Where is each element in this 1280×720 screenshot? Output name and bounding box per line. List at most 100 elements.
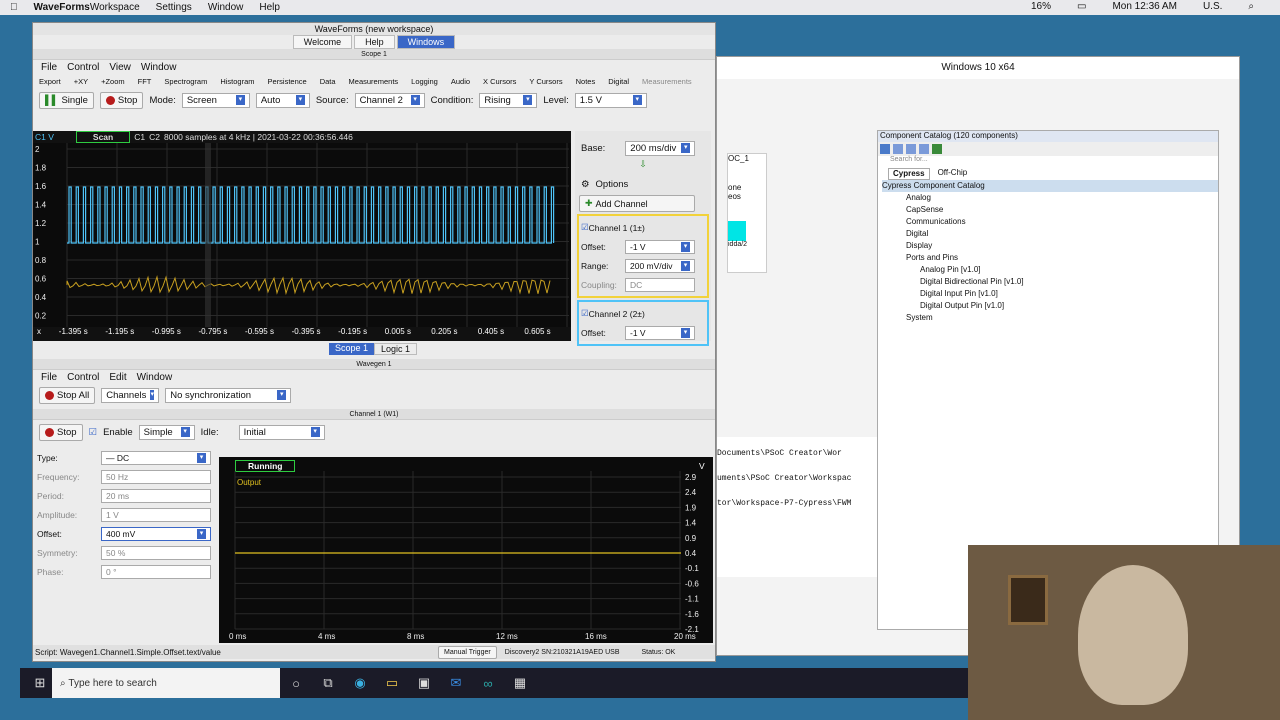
tab-off-chip[interactable]: Off-Chip	[934, 168, 972, 180]
tree-item[interactable]: System	[882, 312, 1218, 324]
sync-select[interactable]: No synchronization ▾	[165, 387, 292, 403]
field-select[interactable]: 50 %	[101, 545, 211, 560]
menu-view[interactable]: View	[109, 62, 131, 73]
stop-button[interactable]: Stop	[99, 91, 144, 109]
tree-item[interactable]: Ports and Pins	[882, 252, 1218, 264]
schematic-canvas[interactable]: OC_1 one eos idda/2	[727, 153, 767, 273]
battery-percent[interactable]: 16%	[1031, 1, 1051, 12]
ch2-offset-select[interactable]: -1 V ▾	[625, 325, 695, 340]
condition-select[interactable]: Rising ▾	[479, 92, 538, 108]
menu-control[interactable]: Control	[67, 372, 99, 383]
arrow-down-icon[interactable]: ⇩	[575, 159, 711, 175]
tab-windows[interactable]: Windows	[396, 35, 456, 49]
device-select[interactable]: Discovery2 SN:210321A19AED USB	[505, 649, 620, 656]
field-select[interactable]: 50 Hz	[101, 469, 211, 484]
wavegen-plot[interactable]: Running V 2.9 2.4 1.9 1.4 0.9 0.4 -0.1 -0.6 -1.1…	[219, 457, 713, 643]
tree-item[interactable]: Communications	[882, 216, 1218, 228]
tool-fft[interactable]: FFT	[138, 77, 152, 86]
tree-item[interactable]: Display	[882, 240, 1218, 252]
catalog-search[interactable]: Search for...	[878, 156, 1218, 168]
field-select[interactable]: 20 ms	[101, 488, 211, 503]
tool-spectrogram[interactable]: Spectrogram	[164, 77, 207, 86]
tree-root[interactable]: Cypress Component Catalog	[882, 180, 1218, 192]
single-button[interactable]: ▌▌ Single	[39, 91, 94, 109]
tool-notes[interactable]: Notes	[576, 77, 596, 86]
store-icon[interactable]: ▣	[408, 675, 440, 691]
view-icon[interactable]	[906, 144, 916, 154]
wavegen-stop-button[interactable]: Stop	[39, 423, 83, 441]
tree-pin[interactable]: Digital Input Pin [v1.0]	[882, 288, 1218, 300]
tool-x-cursors[interactable]: X Cursors	[483, 77, 516, 86]
locale[interactable]: U.S.	[1203, 1, 1222, 12]
tool-zoom[interactable]: +Zoom	[101, 77, 125, 86]
tab-welcome[interactable]: Welcome	[292, 35, 353, 49]
field-select[interactable]: 1 V	[101, 507, 211, 522]
tree-item[interactable]: Digital	[882, 228, 1218, 240]
file-explorer-icon[interactable]: ▭	[376, 675, 408, 691]
field-select[interactable]: — DC ▾	[101, 450, 211, 465]
checkbox-icon[interactable]: ☑	[581, 222, 589, 233]
mail-icon[interactable]: ✉	[440, 675, 472, 691]
tab-logic1[interactable]: Logic 1	[374, 343, 418, 355]
windows-start-icon[interactable]: ⊞	[24, 675, 56, 691]
menu-window[interactable]: Window	[141, 62, 177, 73]
menu-file[interactable]: File	[41, 372, 57, 383]
apple-icon[interactable]: 	[10, 2, 18, 13]
auto-select[interactable]: Auto ▾	[255, 92, 310, 108]
menu-help[interactable]: Help	[259, 2, 280, 13]
tree-pin[interactable]: Digital Output Pin [v1.0]	[882, 300, 1218, 312]
cortana-icon[interactable]: ○	[280, 676, 312, 691]
source-select[interactable]: Channel 2 ▾	[354, 92, 425, 108]
menu-file[interactable]: File	[41, 62, 57, 73]
checkbox-icon[interactable]: ☑	[89, 427, 98, 438]
calculator-icon[interactable]: ▦	[504, 675, 536, 691]
tab-cypress[interactable]: Cypress	[888, 168, 930, 180]
field-select[interactable]: 400 mV ▾	[101, 526, 211, 541]
view-icon[interactable]	[893, 144, 903, 154]
tool-measurements-2[interactable]: Measurements	[642, 77, 692, 86]
coupling-select[interactable]: DC	[625, 277, 695, 292]
menu-window[interactable]: Window	[137, 372, 173, 383]
scope-plot[interactable]: C1 V Scan C1 C2 8000 samples at 4 kHz | …	[33, 131, 571, 339]
ch1-range-select[interactable]: 200 mV/div ▾	[625, 258, 695, 273]
edge-icon[interactable]: ◉	[344, 675, 376, 691]
component-block[interactable]	[728, 221, 746, 241]
app-name[interactable]: WaveForms	[34, 2, 90, 13]
add-channel-button[interactable]: ✚ Add Channel	[579, 195, 695, 212]
idle-select[interactable]: Initial ▾	[238, 424, 325, 440]
mode-select[interactable]: Screen ▾	[181, 92, 250, 108]
tool-audio[interactable]: Audio	[451, 77, 470, 86]
view-icon[interactable]	[919, 144, 929, 154]
channels-select[interactable]: Channels ▾	[101, 387, 160, 403]
gear-icon[interactable]: ⚙	[581, 179, 590, 190]
ch1-offset-select[interactable]: -1 V ▾	[625, 239, 695, 254]
checkbox-icon[interactable]: ☑	[581, 308, 589, 319]
search-icon[interactable]: ⌕	[1248, 1, 1254, 12]
view-icon[interactable]	[880, 144, 890, 154]
tool-data[interactable]: Data	[320, 77, 336, 86]
tool-y-cursors[interactable]: Y Cursors	[529, 77, 562, 86]
tree-item[interactable]: Analog	[882, 192, 1218, 204]
tree-pin[interactable]: Digital Bidirectional Pin [v1.0]	[882, 276, 1218, 288]
stop-all-button[interactable]: Stop All	[39, 386, 96, 404]
menu-edit[interactable]: Edit	[109, 372, 126, 383]
arduino-icon[interactable]: ∞	[472, 676, 504, 691]
tool-histogram[interactable]: Histogram	[220, 77, 254, 86]
tool-logging[interactable]: Logging	[411, 77, 438, 86]
c1-toggle[interactable]: C1	[134, 132, 145, 142]
c2-toggle[interactable]: C2	[149, 132, 160, 142]
clock[interactable]: Mon 12:36 AM	[1112, 1, 1176, 12]
mode-select[interactable]: Simple ▾	[138, 424, 195, 440]
tree-item[interactable]: CapSense	[882, 204, 1218, 216]
level-select[interactable]: 1.5 V ▾	[574, 92, 647, 108]
taskbar-search[interactable]: ⌕ Type here to search	[52, 668, 280, 698]
tool-xy[interactable]: +XY	[74, 77, 88, 86]
options-label[interactable]: Options	[596, 179, 629, 190]
base-select[interactable]: 200 ms/div ▾	[625, 140, 696, 156]
tool-export[interactable]: Export	[39, 77, 61, 86]
menu-control[interactable]: Control	[67, 62, 99, 73]
tool-digital[interactable]: Digital	[608, 77, 629, 86]
tab-scope1[interactable]: Scope 1	[329, 343, 375, 355]
tool-persistence[interactable]: Persistence	[268, 77, 307, 86]
manual-trigger-button[interactable]: Manual Trigger	[438, 645, 497, 659]
